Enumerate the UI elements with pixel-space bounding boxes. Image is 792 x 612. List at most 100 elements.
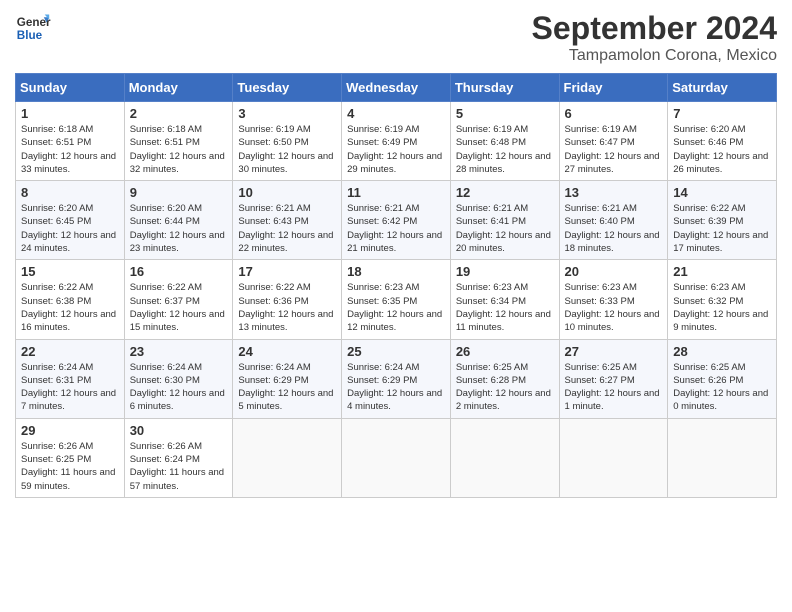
calendar-table: Sunday Monday Tuesday Wednesday Thursday… bbox=[15, 73, 777, 498]
table-row: 18 Sunrise: 6:23 AMSunset: 6:35 PMDaylig… bbox=[342, 260, 451, 339]
day-info: Sunrise: 6:24 AMSunset: 6:31 PMDaylight:… bbox=[21, 361, 119, 414]
day-info: Sunrise: 6:21 AMSunset: 6:41 PMDaylight:… bbox=[456, 202, 554, 255]
day-number: 6 bbox=[565, 106, 663, 121]
day-info: Sunrise: 6:23 AMSunset: 6:33 PMDaylight:… bbox=[565, 281, 663, 334]
col-friday: Friday bbox=[559, 74, 668, 102]
table-row: 9 Sunrise: 6:20 AMSunset: 6:44 PMDayligh… bbox=[124, 181, 233, 260]
table-row: 23 Sunrise: 6:24 AMSunset: 6:30 PMDaylig… bbox=[124, 339, 233, 418]
day-number: 8 bbox=[21, 185, 119, 200]
day-info: Sunrise: 6:24 AMSunset: 6:29 PMDaylight:… bbox=[238, 361, 336, 414]
day-info: Sunrise: 6:24 AMSunset: 6:29 PMDaylight:… bbox=[347, 361, 445, 414]
table-row: 12 Sunrise: 6:21 AMSunset: 6:41 PMDaylig… bbox=[450, 181, 559, 260]
day-info: Sunrise: 6:22 AMSunset: 6:38 PMDaylight:… bbox=[21, 281, 119, 334]
day-info: Sunrise: 6:26 AMSunset: 6:24 PMDaylight:… bbox=[130, 440, 228, 493]
page-header: General Blue September 2024 Tampamolon C… bbox=[15, 10, 777, 65]
calendar-week-row: 29 Sunrise: 6:26 AMSunset: 6:25 PMDaylig… bbox=[16, 418, 777, 497]
day-number: 12 bbox=[456, 185, 554, 200]
day-number: 25 bbox=[347, 344, 445, 359]
col-thursday: Thursday bbox=[450, 74, 559, 102]
table-row: 13 Sunrise: 6:21 AMSunset: 6:40 PMDaylig… bbox=[559, 181, 668, 260]
page-title: September 2024 bbox=[532, 10, 777, 47]
table-row: 22 Sunrise: 6:24 AMSunset: 6:31 PMDaylig… bbox=[16, 339, 125, 418]
day-number: 30 bbox=[130, 423, 228, 438]
day-number: 29 bbox=[21, 423, 119, 438]
day-info: Sunrise: 6:21 AMSunset: 6:43 PMDaylight:… bbox=[238, 202, 336, 255]
day-number: 13 bbox=[565, 185, 663, 200]
table-row: 6 Sunrise: 6:19 AMSunset: 6:47 PMDayligh… bbox=[559, 102, 668, 181]
logo: General Blue bbox=[15, 10, 51, 46]
day-info: Sunrise: 6:24 AMSunset: 6:30 PMDaylight:… bbox=[130, 361, 228, 414]
day-info: Sunrise: 6:26 AMSunset: 6:25 PMDaylight:… bbox=[21, 440, 119, 493]
day-info: Sunrise: 6:22 AMSunset: 6:37 PMDaylight:… bbox=[130, 281, 228, 334]
day-info: Sunrise: 6:20 AMSunset: 6:45 PMDaylight:… bbox=[21, 202, 119, 255]
day-number: 24 bbox=[238, 344, 336, 359]
table-row bbox=[342, 418, 451, 497]
logo-icon: General Blue bbox=[15, 10, 51, 46]
col-wednesday: Wednesday bbox=[342, 74, 451, 102]
table-row: 14 Sunrise: 6:22 AMSunset: 6:39 PMDaylig… bbox=[668, 181, 777, 260]
table-row: 28 Sunrise: 6:25 AMSunset: 6:26 PMDaylig… bbox=[668, 339, 777, 418]
col-monday: Monday bbox=[124, 74, 233, 102]
day-number: 28 bbox=[673, 344, 771, 359]
day-number: 20 bbox=[565, 264, 663, 279]
table-row: 8 Sunrise: 6:20 AMSunset: 6:45 PMDayligh… bbox=[16, 181, 125, 260]
title-area: September 2024 Tampamolon Corona, Mexico bbox=[532, 10, 777, 65]
calendar-week-row: 22 Sunrise: 6:24 AMSunset: 6:31 PMDaylig… bbox=[16, 339, 777, 418]
day-info: Sunrise: 6:20 AMSunset: 6:46 PMDaylight:… bbox=[673, 123, 771, 176]
table-row: 24 Sunrise: 6:24 AMSunset: 6:29 PMDaylig… bbox=[233, 339, 342, 418]
day-number: 22 bbox=[21, 344, 119, 359]
day-number: 26 bbox=[456, 344, 554, 359]
day-info: Sunrise: 6:21 AMSunset: 6:40 PMDaylight:… bbox=[565, 202, 663, 255]
day-info: Sunrise: 6:25 AMSunset: 6:27 PMDaylight:… bbox=[565, 361, 663, 414]
day-number: 27 bbox=[565, 344, 663, 359]
table-row bbox=[668, 418, 777, 497]
day-info: Sunrise: 6:19 AMSunset: 6:48 PMDaylight:… bbox=[456, 123, 554, 176]
col-saturday: Saturday bbox=[668, 74, 777, 102]
day-number: 11 bbox=[347, 185, 445, 200]
col-tuesday: Tuesday bbox=[233, 74, 342, 102]
table-row: 3 Sunrise: 6:19 AMSunset: 6:50 PMDayligh… bbox=[233, 102, 342, 181]
day-info: Sunrise: 6:23 AMSunset: 6:34 PMDaylight:… bbox=[456, 281, 554, 334]
day-info: Sunrise: 6:23 AMSunset: 6:32 PMDaylight:… bbox=[673, 281, 771, 334]
table-row: 16 Sunrise: 6:22 AMSunset: 6:37 PMDaylig… bbox=[124, 260, 233, 339]
table-row: 11 Sunrise: 6:21 AMSunset: 6:42 PMDaylig… bbox=[342, 181, 451, 260]
table-row bbox=[450, 418, 559, 497]
day-number: 21 bbox=[673, 264, 771, 279]
day-info: Sunrise: 6:22 AMSunset: 6:36 PMDaylight:… bbox=[238, 281, 336, 334]
day-number: 23 bbox=[130, 344, 228, 359]
col-sunday: Sunday bbox=[16, 74, 125, 102]
table-row: 5 Sunrise: 6:19 AMSunset: 6:48 PMDayligh… bbox=[450, 102, 559, 181]
table-row: 29 Sunrise: 6:26 AMSunset: 6:25 PMDaylig… bbox=[16, 418, 125, 497]
day-info: Sunrise: 6:22 AMSunset: 6:39 PMDaylight:… bbox=[673, 202, 771, 255]
table-row: 10 Sunrise: 6:21 AMSunset: 6:43 PMDaylig… bbox=[233, 181, 342, 260]
day-number: 9 bbox=[130, 185, 228, 200]
calendar-header-row: Sunday Monday Tuesday Wednesday Thursday… bbox=[16, 74, 777, 102]
day-info: Sunrise: 6:21 AMSunset: 6:42 PMDaylight:… bbox=[347, 202, 445, 255]
table-row: 20 Sunrise: 6:23 AMSunset: 6:33 PMDaylig… bbox=[559, 260, 668, 339]
table-row: 19 Sunrise: 6:23 AMSunset: 6:34 PMDaylig… bbox=[450, 260, 559, 339]
table-row: 30 Sunrise: 6:26 AMSunset: 6:24 PMDaylig… bbox=[124, 418, 233, 497]
day-number: 17 bbox=[238, 264, 336, 279]
day-number: 5 bbox=[456, 106, 554, 121]
day-number: 3 bbox=[238, 106, 336, 121]
page-subtitle: Tampamolon Corona, Mexico bbox=[532, 47, 777, 65]
table-row: 4 Sunrise: 6:19 AMSunset: 6:49 PMDayligh… bbox=[342, 102, 451, 181]
day-number: 10 bbox=[238, 185, 336, 200]
day-info: Sunrise: 6:23 AMSunset: 6:35 PMDaylight:… bbox=[347, 281, 445, 334]
table-row: 27 Sunrise: 6:25 AMSunset: 6:27 PMDaylig… bbox=[559, 339, 668, 418]
day-info: Sunrise: 6:19 AMSunset: 6:50 PMDaylight:… bbox=[238, 123, 336, 176]
day-info: Sunrise: 6:19 AMSunset: 6:47 PMDaylight:… bbox=[565, 123, 663, 176]
day-number: 18 bbox=[347, 264, 445, 279]
table-row: 17 Sunrise: 6:22 AMSunset: 6:36 PMDaylig… bbox=[233, 260, 342, 339]
day-number: 1 bbox=[21, 106, 119, 121]
day-number: 15 bbox=[21, 264, 119, 279]
day-info: Sunrise: 6:18 AMSunset: 6:51 PMDaylight:… bbox=[21, 123, 119, 176]
day-info: Sunrise: 6:18 AMSunset: 6:51 PMDaylight:… bbox=[130, 123, 228, 176]
svg-text:Blue: Blue bbox=[17, 29, 43, 42]
day-number: 4 bbox=[347, 106, 445, 121]
table-row: 26 Sunrise: 6:25 AMSunset: 6:28 PMDaylig… bbox=[450, 339, 559, 418]
day-number: 7 bbox=[673, 106, 771, 121]
table-row: 2 Sunrise: 6:18 AMSunset: 6:51 PMDayligh… bbox=[124, 102, 233, 181]
table-row: 1 Sunrise: 6:18 AMSunset: 6:51 PMDayligh… bbox=[16, 102, 125, 181]
day-number: 2 bbox=[130, 106, 228, 121]
